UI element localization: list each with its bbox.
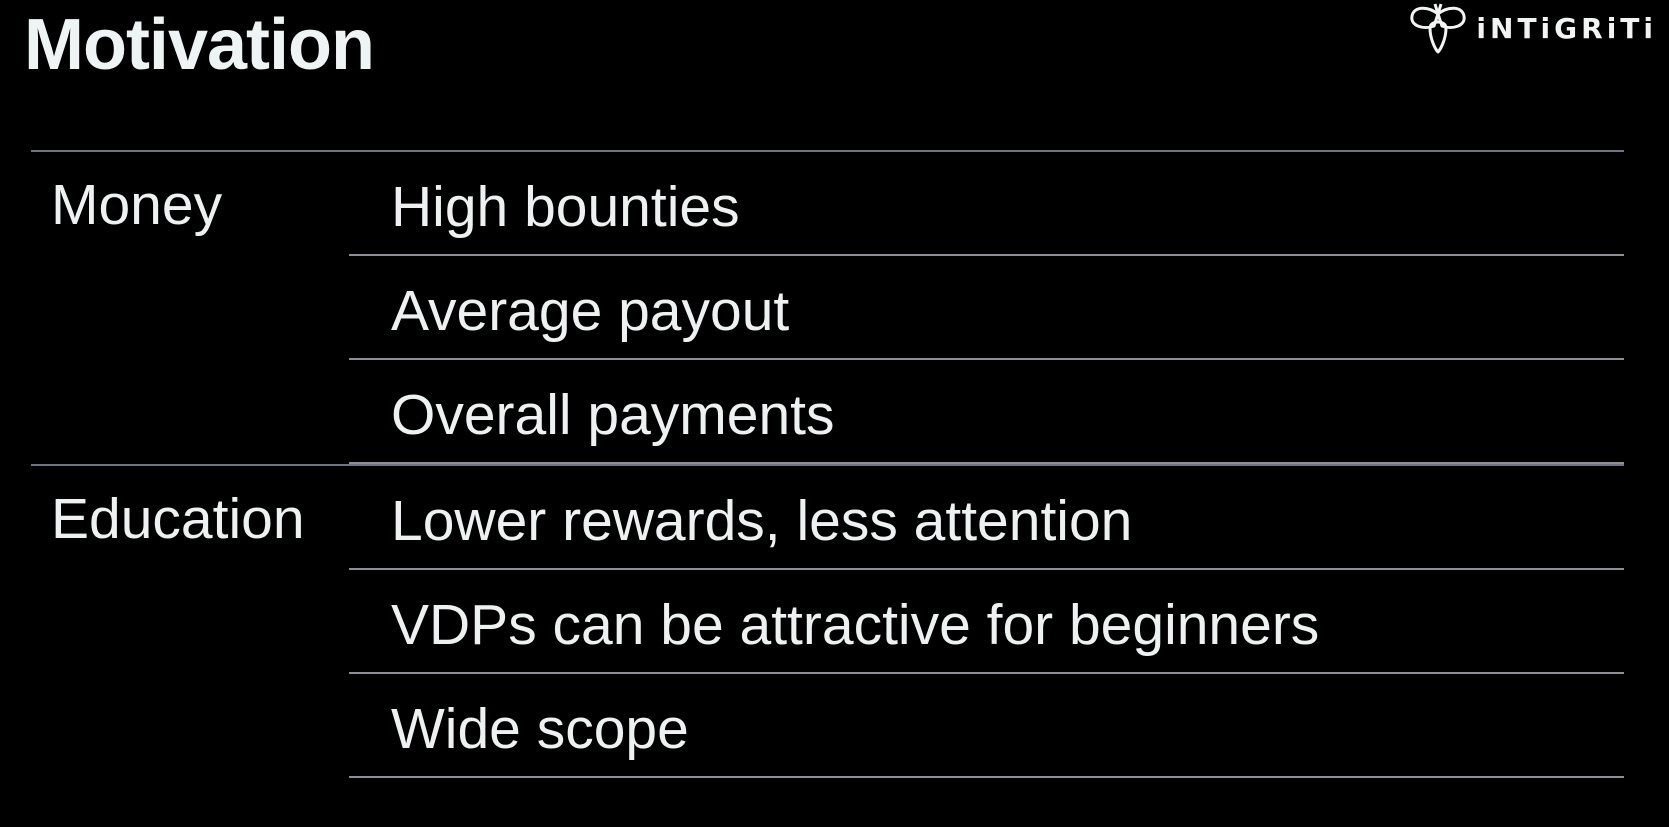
table-row: Wide scope <box>349 674 1624 778</box>
slide: Motivation iNTiGRiTi Money High bounties… <box>0 0 1669 827</box>
table-row: Average payout <box>349 256 1624 360</box>
table-row: Overall payments <box>349 360 1624 464</box>
group-items: Lower rewards, less attention VDPs can b… <box>349 466 1624 778</box>
table-row: Lower rewards, less attention <box>349 466 1624 570</box>
bee-logo-icon <box>1410 3 1466 54</box>
group-label: Money <box>51 173 223 237</box>
group-label: Education <box>51 487 305 551</box>
table-row: High bounties <box>349 152 1624 256</box>
table-row: VDPs can be attractive for beginners <box>349 570 1624 674</box>
group-items: High bounties Average payout Overall pay… <box>349 152 1624 464</box>
table-group-money: Money High bounties Average payout Overa… <box>31 152 1624 464</box>
table-group-education: Education Lower rewards, less attention … <box>31 464 1624 778</box>
motivation-table: Money High bounties Average payout Overa… <box>31 150 1624 778</box>
slide-title: Motivation <box>24 5 375 85</box>
intigriti-logo: iNTiGRiTi <box>1406 0 1657 56</box>
brand-name: iNTiGRiTi <box>1476 11 1657 45</box>
